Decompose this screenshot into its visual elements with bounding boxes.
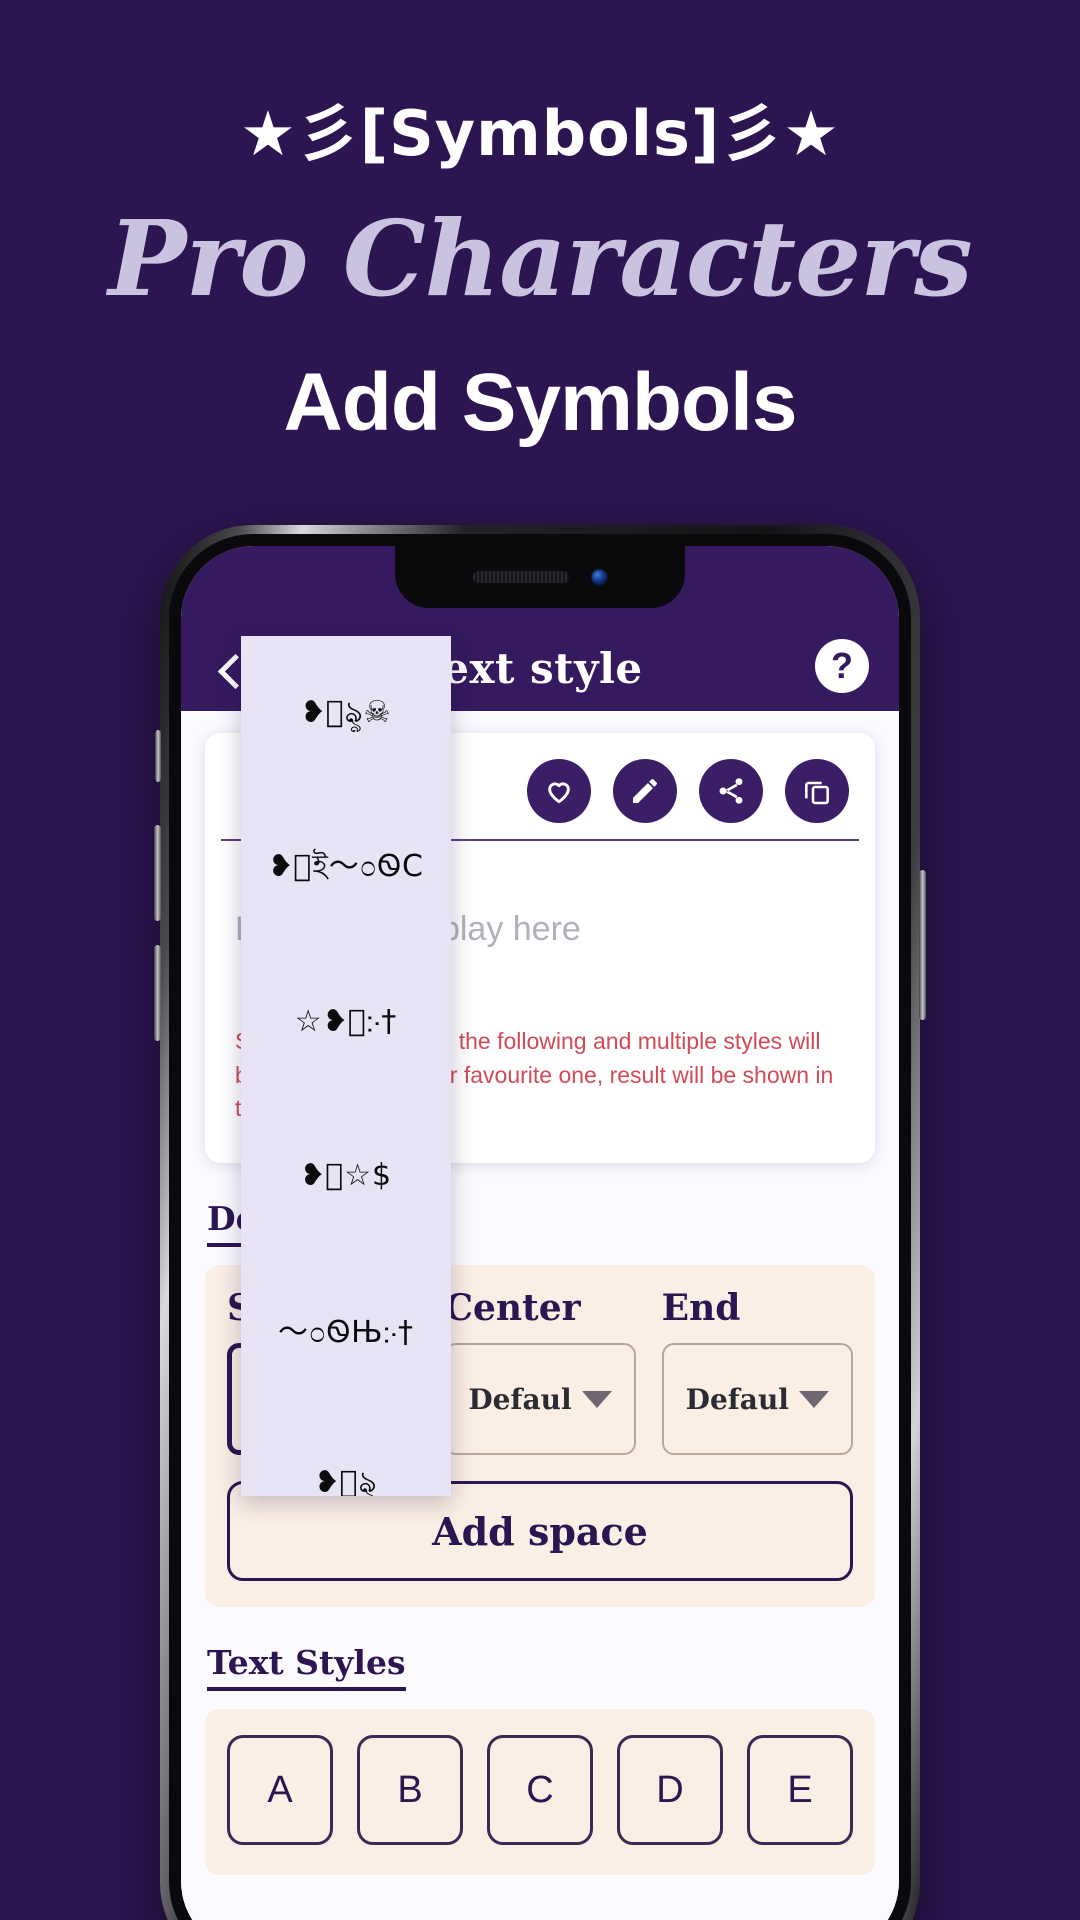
add-space-button[interactable]: Add space <box>227 1481 853 1581</box>
caret-down-icon <box>798 1390 829 1408</box>
promo-subtitle: Add Symbols <box>283 357 798 449</box>
dropdown-option[interactable]: 〜೦ᏫЊ჻† <box>241 1252 451 1406</box>
phone-notch <box>395 546 685 608</box>
favorite-button[interactable] <box>527 759 591 823</box>
phone-bezel: Text style ? here the following and mult… <box>169 534 911 1920</box>
phone-power-button <box>919 870 926 1020</box>
pencil-icon <box>633 779 657 803</box>
caret-down-icon <box>581 1390 612 1408</box>
promo-symbols-line: ★彡[Symbols]彡★ <box>240 97 840 170</box>
copy-icon <box>805 781 829 805</box>
phone-screen: Text style ? here the following and mult… <box>181 546 899 1920</box>
dropdown-end: End Defaul <box>661 1287 853 1455</box>
front-camera-icon <box>590 568 608 586</box>
dropdown-option[interactable]: ❥᭄ৡ☠ <box>241 636 451 790</box>
dropdown-end-value: Defaul <box>685 1382 789 1416</box>
dropdown-end-control[interactable]: Defaul <box>661 1343 853 1455</box>
help-icon[interactable]: ? <box>815 639 869 693</box>
share-button[interactable] <box>699 759 763 823</box>
dropdown-center-control[interactable]: Defaul <box>444 1343 636 1455</box>
dropdown-center-label: Center <box>444 1287 581 1329</box>
dropdown-center: Center Defaul <box>444 1287 636 1455</box>
earpiece-speaker-icon <box>472 571 569 583</box>
edit-button[interactable] <box>613 759 677 823</box>
phone-volume-up-button <box>154 825 161 921</box>
heart-icon <box>548 782 570 804</box>
style-letter-d[interactable]: D <box>617 1735 723 1845</box>
phone-volume-down-button <box>154 945 161 1041</box>
copy-button[interactable] <box>785 759 849 823</box>
style-letter-c[interactable]: C <box>487 1735 593 1845</box>
dropdown-option[interactable]: ❥᭄ই〜೦ᏫC <box>241 790 451 944</box>
promo-screenshot: ★彡[Symbols]彡★ Pro Characters Add Symbols… <box>0 0 1080 1920</box>
share-icon <box>719 778 743 804</box>
promo-title-script: Pro Characters <box>108 197 972 321</box>
text-styles-section-title: Text Styles <box>207 1643 406 1691</box>
dropdown-option[interactable]: ❥᭄ৡ <box>241 1406 451 1497</box>
dropdown-center-value: Defaul <box>468 1382 572 1416</box>
style-letter-a[interactable]: A <box>227 1735 333 1845</box>
phone-mockup: Text style ? here the following and mult… <box>154 525 926 1920</box>
dropdown-option[interactable]: ☆❥᭄჻† <box>241 944 451 1098</box>
phone-silence-switch <box>155 730 161 782</box>
style-letter-e[interactable]: E <box>747 1735 853 1845</box>
text-styles-panel: A B C D E <box>205 1709 875 1875</box>
promo-heading-block: ★彡[Symbols]彡★ Pro Characters Add Symbols <box>0 0 1080 448</box>
dropdown-end-label: End <box>661 1287 741 1329</box>
start-dropdown-options-overlay[interactable]: ❥᭄ৡ☠ ❥᭄ই〜೦ᏫC ☆❥᭄჻† ❥᭄☆$ 〜೦ᏫЊ჻† ❥᭄ৡ · <box>241 636 451 1496</box>
dropdown-option[interactable]: ❥᭄☆$ <box>241 1098 451 1252</box>
style-letter-b[interactable]: B <box>357 1735 463 1845</box>
